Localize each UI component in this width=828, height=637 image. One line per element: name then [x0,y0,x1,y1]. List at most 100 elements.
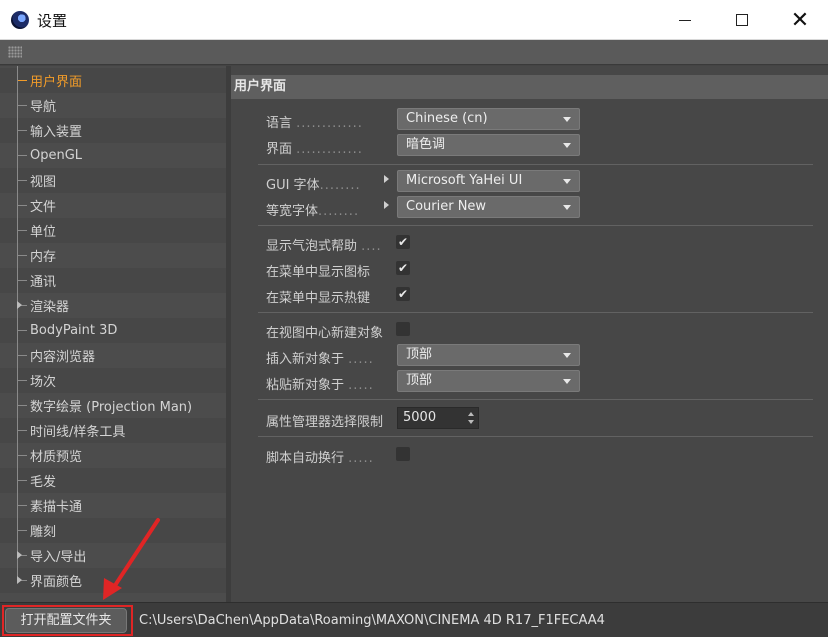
insert-new-value: 顶部 [406,347,433,362]
sidebar-item-label: 素描卡通 [30,500,83,515]
sidebar-item-label: 数字绘景 (Projection Man) [30,400,193,415]
maximize-icon [736,14,748,26]
sidebar-item-hair[interactable]: 毛发 [0,468,226,493]
bubble-help-label: 显示气泡式帮助 .... [266,239,382,254]
mono-font-label: 等宽字体........ [266,204,360,219]
sidebar-item-label: 渲染器 [30,300,70,315]
gui-font-value: Microsoft YaHei UI [406,173,523,188]
checkmark-icon: ✔ [397,235,409,249]
bubble-help-checkbox[interactable]: ✔ [396,235,410,249]
sidebar-item-material-preview[interactable]: 材质预览 [0,443,226,468]
sidebar-item-label: 导航 [30,100,57,115]
sidebar-item-renderer[interactable]: 渲染器 [0,293,226,318]
sidebar-item-sculpt[interactable]: 雕刻 [0,518,226,543]
checkmark-icon: ✔ [397,261,409,275]
sidebar-item-content-browser[interactable]: 内容浏览器 [0,343,226,368]
sidebar-item-label: 时间线/样条工具 [30,425,126,440]
tree-line [17,66,18,580]
expand-arrow-icon[interactable] [17,551,22,559]
minimize-button[interactable] [656,0,714,40]
sidebar-item-label: 导入/导出 [30,550,87,565]
sidebar-item-import-export[interactable]: 导入/导出 [0,543,226,568]
language-value: Chinese (cn) [406,111,488,126]
sidebar-item-label: 输入装置 [30,125,83,140]
menu-hotkeys-checkbox[interactable]: ✔ [396,287,410,301]
language-label: 语言 ............. [266,116,363,131]
highlight-box [2,605,133,636]
sidebar-item-timeline[interactable]: 时间线/样条工具 [0,418,226,443]
paste-new-value: 顶部 [406,373,433,388]
minimize-icon [679,19,691,21]
paste-new-dropdown[interactable]: 顶部 [397,370,580,392]
sidebar-item-sketch-toon[interactable]: 素描卡通 [0,493,226,518]
chevron-down-icon [563,379,571,384]
sidebar-item-bodypaint[interactable]: BodyPaint 3D [0,318,226,343]
sidebar-item-communication[interactable]: 通讯 [0,268,226,293]
new-object-center-checkbox[interactable] [396,322,410,336]
toolbar-grip [0,40,828,65]
sidebar-item-opengl[interactable]: OpenGL [0,143,226,168]
menu-icons-checkbox[interactable]: ✔ [396,261,410,275]
insert-new-label: 插入新对象于 ..... [266,352,374,367]
chevron-down-icon [563,179,571,184]
sidebar-item-viewport[interactable]: 视图 [0,168,226,193]
sidebar-item-label: BodyPaint 3D [30,323,118,338]
submenu-arrow-icon[interactable] [384,175,389,183]
config-path: C:\Users\DaChen\AppData\Roaming\MAXON\CI… [139,613,605,628]
separator [258,312,813,313]
sidebar-item-label: 场次 [30,375,57,390]
sidebar-item-ui[interactable]: 用户界面 [0,68,226,93]
chevron-down-icon [563,205,571,210]
cinema4d-icon [11,11,29,29]
sidebar-item-label: 文件 [30,200,57,215]
script-wrap-checkbox[interactable] [396,447,410,461]
grip-icon[interactable] [8,46,22,58]
mono-font-value: Courier New [406,199,487,214]
theme-value: 暗色调 [406,137,446,152]
gui-font-label: GUI 字体........ [266,178,361,193]
sidebar-item-projection-man[interactable]: 数字绘景 (Projection Man) [0,393,226,418]
sidebar-item-takes[interactable]: 场次 [0,368,226,393]
separator [258,225,813,226]
checkmark-icon: ✔ [397,287,409,301]
sidebar-item-interface-colors[interactable]: 界面颜色 [0,568,226,593]
paste-new-label: 粘贴新对象于 ..... [266,378,374,393]
new-object-center-label: 在视图中心新建对象 [266,326,384,341]
mono-font-dropdown[interactable]: Courier New [397,196,580,218]
submenu-arrow-icon[interactable] [384,201,389,209]
attr-limit-input[interactable]: 5000 [397,407,479,429]
sidebar-item-label: 视图 [30,175,57,190]
attr-limit-value: 5000 [403,410,437,425]
sidebar-item-files[interactable]: 文件 [0,193,226,218]
expand-arrow-icon[interactable] [17,301,22,309]
language-dropdown[interactable]: Chinese (cn) [397,108,580,130]
expand-arrow-icon[interactable] [17,576,22,584]
sidebar-item-label: 内容浏览器 [30,350,96,365]
sidebar-item-navigation[interactable]: 导航 [0,93,226,118]
sidebar: 用户界面 导航 输入装置 OpenGL 视图 文件 单位 内存 通讯 渲染器 B… [0,66,226,602]
script-wrap-label: 脚本自动换行 ..... [266,451,374,466]
close-button[interactable]: ✕ [771,0,828,40]
chevron-down-icon [563,117,571,122]
sidebar-item-memory[interactable]: 内存 [0,243,226,268]
maximize-button[interactable] [713,0,771,40]
sidebar-item-label: 通讯 [30,275,57,290]
title-bar: 设置 ✕ [0,0,828,40]
sidebar-item-label: 用户界面 [30,75,83,90]
sidebar-item-units[interactable]: 单位 [0,218,226,243]
theme-label: 界面 ............. [266,142,363,157]
sidebar-item-label: 界面颜色 [30,575,83,590]
sidebar-item-label: 单位 [30,225,57,240]
theme-dropdown[interactable]: 暗色调 [397,134,580,156]
sidebar-item-label: 雕刻 [30,525,57,540]
insert-new-dropdown[interactable]: 顶部 [397,344,580,366]
sidebar-item-input-devices[interactable]: 输入装置 [0,118,226,143]
chevron-down-icon [563,353,571,358]
window-title: 设置 [37,12,68,30]
menu-hotkeys-label: 在菜单中显示热键 [266,291,371,306]
menu-icons-label: 在菜单中显示图标 [266,265,371,280]
gui-font-dropdown[interactable]: Microsoft YaHei UI [397,170,580,192]
separator [258,164,813,165]
sidebar-item-label: OpenGL [30,148,83,163]
spinner-arrows-icon[interactable] [468,412,475,424]
